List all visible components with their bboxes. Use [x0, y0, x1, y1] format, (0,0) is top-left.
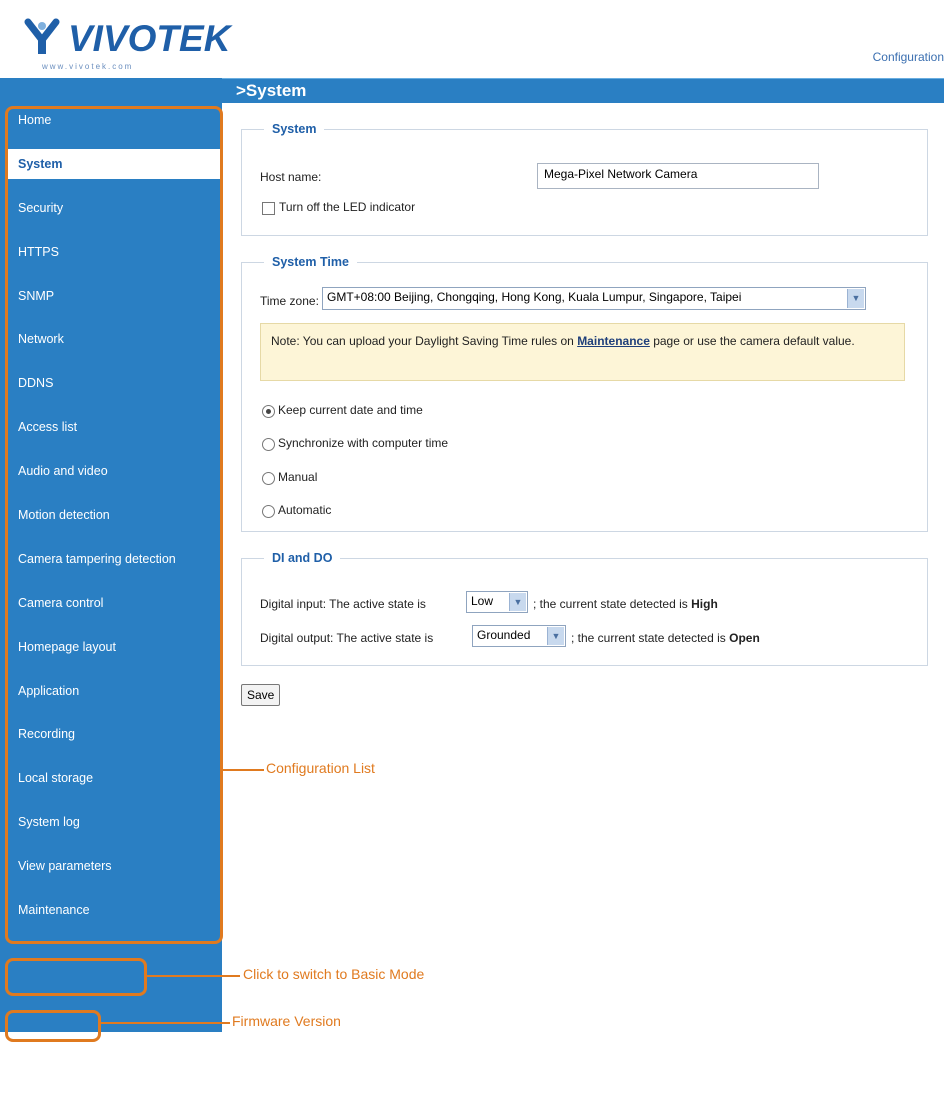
page-title: >System — [236, 81, 307, 100]
save-button[interactable]: Save — [241, 684, 281, 706]
time-option-label: Synchronize with computer time — [278, 436, 449, 450]
host-name-input[interactable]: Mega-Pixel Network Camera — [537, 163, 819, 189]
basic-mode-annotation: Click to switch to Basic Mode — [243, 966, 425, 982]
dst-note: Note: You can upload your Daylight Savin… — [260, 323, 905, 381]
basic-mode-link[interactable]: [ Basic mode ] — [16, 1043, 98, 1058]
sidebar-item-local-storage[interactable]: Local storage — [8, 763, 222, 793]
di-do-legend: DI and DO — [272, 551, 333, 565]
time-zone-label: Time zone: — [260, 294, 319, 308]
sidebar-item-audio-and-video[interactable]: Audio and video — [8, 456, 222, 486]
header: VIVOTEK www.vivotek.com Configuration — [0, 0, 944, 78]
firmware-pointer — [98, 1022, 230, 1024]
time-option-label: Automatic — [278, 503, 332, 517]
sidebar-item-recording[interactable]: Recording — [8, 719, 222, 749]
digital-output-select[interactable]: Grounded ▼ — [472, 625, 566, 647]
title-bar: >System — [222, 78, 944, 103]
note-text-post: page or use the camera default value. — [649, 334, 855, 348]
time-zone-select[interactable]: GMT+08:00 Beijing, Chongqing, Hong Kong,… — [322, 287, 866, 310]
sidebar-item-ddns[interactable]: DDNS — [8, 368, 222, 398]
sidebar-item-access-list[interactable]: Access list — [8, 412, 222, 442]
digital-input-value: Low — [471, 594, 494, 608]
time-option-label: Manual — [278, 470, 318, 484]
sidebar-item-camera-control[interactable]: Camera control — [8, 588, 222, 618]
logo-text: VIVOTEK — [68, 18, 231, 59]
configuration-list-annotation: Configuration List — [266, 760, 375, 776]
sidebar-item-security[interactable]: Security — [8, 193, 222, 223]
di-mid-text: ; the current state detected is — [533, 597, 688, 611]
time-option-radio[interactable] — [262, 438, 275, 451]
led-checkbox[interactable] — [262, 202, 275, 215]
sidebar-item-view-parameters[interactable]: View parameters — [8, 851, 222, 881]
configuration-list-pointer — [220, 769, 264, 771]
chevron-down-icon[interactable]: ▼ — [847, 289, 864, 308]
do-current-state: Open — [729, 631, 760, 645]
sidebar-item-network[interactable]: Network — [8, 324, 222, 354]
di-current-state: High — [691, 597, 718, 611]
time-option-radio[interactable] — [262, 505, 275, 518]
time-option-radio[interactable] — [262, 472, 275, 485]
do-mid-text: ; the current state detected is — [571, 631, 726, 645]
sidebar-item-home[interactable]: Home — [8, 105, 222, 135]
sidebar-item-system[interactable]: System — [8, 148, 222, 179]
sidebar-item-https[interactable]: HTTPS — [8, 237, 222, 267]
note-text-pre: Note: You can upload your Daylight Savin… — [271, 334, 578, 348]
configuration-list: Home System Security HTTPS SNMP Network DDNS Ac… — [8, 105, 222, 939]
firmware-annotation: Firmware Version — [232, 1013, 341, 1029]
sidebar-item-maintenance[interactable]: Maintenance — [8, 895, 222, 925]
sidebar-item-homepage-layout[interactable]: Homepage layout — [8, 632, 222, 662]
chevron-down-icon[interactable]: ▼ — [547, 627, 564, 645]
system-legend: System — [272, 122, 317, 136]
basic-mode-pointer — [145, 975, 240, 977]
sidebar-item-system-log[interactable]: System log — [8, 807, 222, 837]
sidebar-item-application[interactable]: Application — [8, 676, 222, 706]
sidebar-item-motion-detection[interactable]: Motion detection — [8, 500, 222, 530]
digital-output-label: Digital output: The active state is — [260, 631, 434, 645]
firmware-version: Version: 0100b — [16, 1094, 90, 1106]
logo-url: www.vivotek.com — [42, 62, 134, 71]
digital-output-status: ; the current state detected is Open — [571, 631, 760, 645]
maintenance-link[interactable]: Maintenance — [577, 334, 650, 348]
logo-mark-icon — [24, 18, 60, 54]
digital-output-value: Grounded — [477, 628, 531, 642]
time-option-label: Keep current date and time — [278, 403, 423, 417]
led-label: Turn off the LED indicator — [279, 200, 416, 214]
time-option-radio[interactable] — [262, 405, 275, 418]
digital-input-select[interactable]: Low ▼ — [466, 591, 528, 613]
digital-input-label: Digital input: The active state is — [260, 597, 426, 611]
sidebar-item-snmp[interactable]: SNMP — [8, 281, 222, 311]
chevron-down-icon[interactable]: ▼ — [509, 593, 526, 611]
configuration-link[interactable]: Configuration — [873, 50, 944, 64]
sidebar-item-camera-tampering-detection[interactable]: Camera tampering detection — [8, 544, 222, 574]
time-zone-value: GMT+08:00 Beijing, Chongqing, Hong Kong,… — [327, 290, 742, 304]
system-time-legend: System Time — [272, 255, 349, 269]
digital-input-status: ; the current state detected is High — [533, 597, 718, 611]
host-name-label: Host name: — [260, 170, 322, 184]
